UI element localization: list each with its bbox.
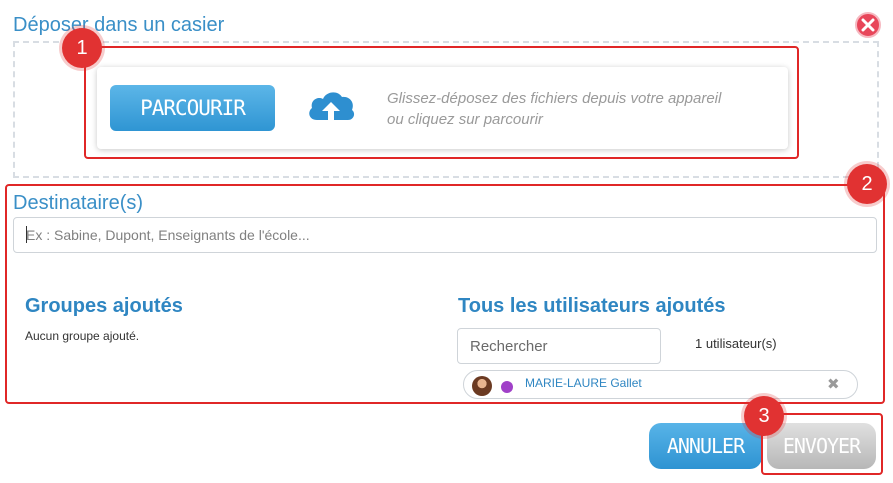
- annotation-box-1: [84, 46, 799, 159]
- annotation-box-2: [5, 184, 885, 404]
- annotation-badge-2: 2: [847, 164, 887, 204]
- close-button[interactable]: [855, 12, 881, 38]
- annotation-badge-3: 3: [744, 396, 784, 436]
- annotation-badge-1: 1: [62, 28, 102, 68]
- cancel-button[interactable]: ANNULER: [649, 423, 762, 469]
- dialog-title: Déposer dans un casier: [13, 14, 225, 36]
- close-icon: [861, 18, 875, 32]
